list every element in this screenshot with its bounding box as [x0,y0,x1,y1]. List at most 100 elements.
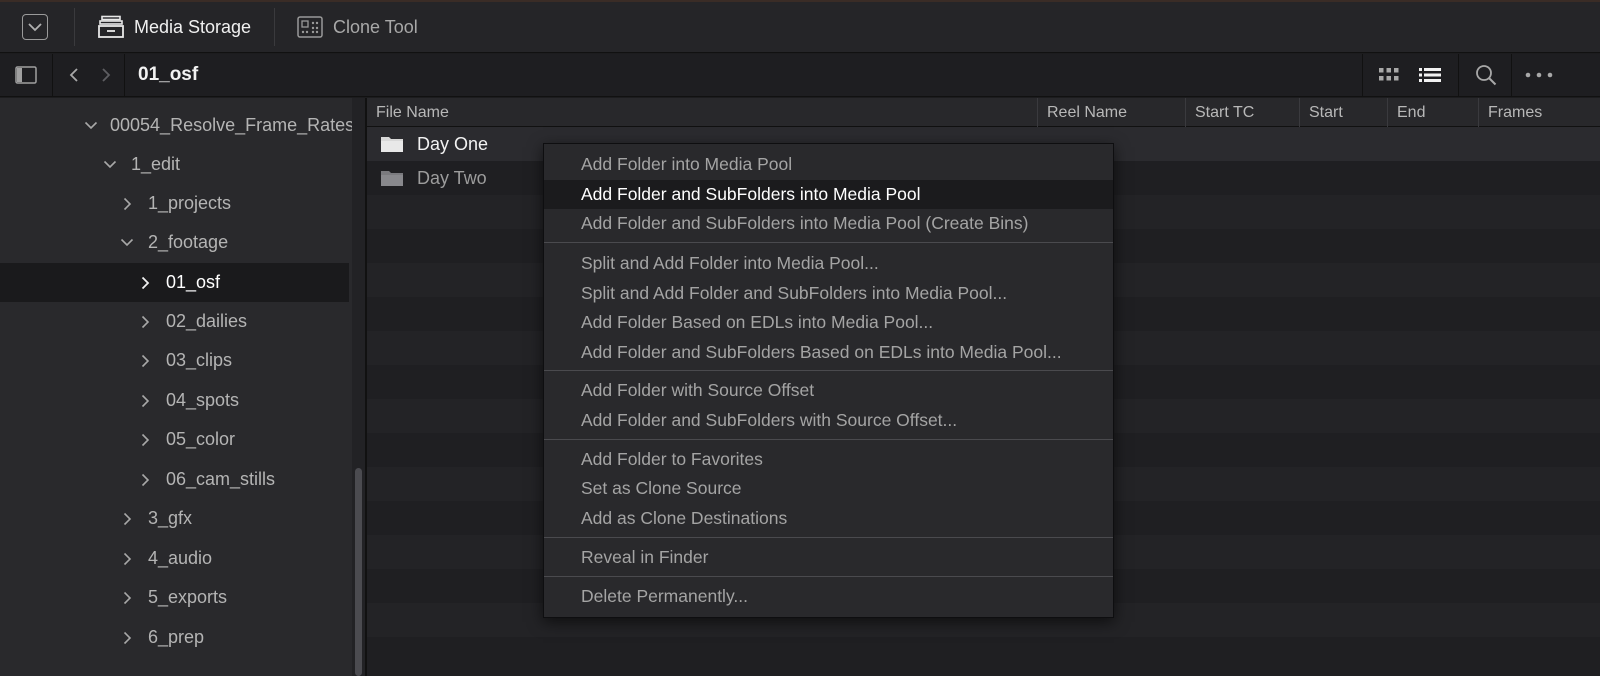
column-header-end[interactable]: End [1387,98,1478,127]
chevron-right-icon[interactable] [118,550,136,568]
tree-item[interactable]: 3_gfx [0,499,349,538]
chevron-right-icon[interactable] [136,352,154,370]
tree-item[interactable]: 05_color [0,420,349,459]
column-header-frames[interactable]: Frames [1478,98,1600,127]
chevron-left-icon [69,68,78,82]
tab-media-storage[interactable]: Media Storage [98,13,251,41]
navbar-divider [124,54,125,97]
menu-item-add-folder-edls[interactable]: Add Folder Based on EDLs into Media Pool… [544,308,1113,337]
grid-view-button[interactable] [1377,63,1401,87]
tree-item[interactable]: 03_clips [0,341,349,380]
chevron-right-icon [102,68,111,82]
menu-item-set-clone-source[interactable]: Set as Clone Source [544,474,1113,503]
location-bar: 01_osf [0,54,1600,97]
chevron-right-icon[interactable] [118,629,136,647]
tree-item-label: 03_clips [166,350,233,370]
tree-item-label: 1_projects [148,193,232,213]
more-options-icon [1525,72,1553,78]
column-header-start[interactable]: Start [1299,98,1387,127]
search-icon [1476,65,1497,86]
column-header-file-name[interactable]: File Name [367,98,1037,127]
tab-clone-tool[interactable]: Clone Tool [297,13,418,41]
menu-item-delete-permanently[interactable]: Delete Permanently... [544,582,1113,611]
tree-item[interactable]: 06_cam_stills [0,460,349,499]
menu-item-add-folder-subfolders[interactable]: Add Folder and SubFolders into Media Poo… [544,180,1113,209]
forward-button[interactable] [96,63,116,87]
tree-item[interactable]: 1_edit [0,145,349,184]
tree-item-label: 05_color [166,429,236,449]
chevron-right-icon[interactable] [118,589,136,607]
file-row-day-one[interactable]: Day One [367,127,488,161]
folder-context-menu: Add Folder into Media Pool Add Folder an… [543,143,1114,618]
file-list-header: File Name Reel Name Start TC Start End F… [367,98,1600,127]
sidebar-scrollbar-thumb[interactable] [355,468,362,676]
tree-item-label: 02_dailies [166,311,248,331]
file-row-day-two[interactable]: Day Two [367,161,487,195]
back-button[interactable] [64,63,84,87]
clone-tool-icon [297,16,323,38]
chevron-right-icon[interactable] [136,471,154,489]
toggle-sidebar-button[interactable] [14,63,38,87]
menu-item-add-to-favorites[interactable]: Add Folder to Favorites [544,445,1113,474]
menu-item-add-folder-subfolders-source-offset[interactable]: Add Folder and SubFolders with Source Of… [544,406,1113,435]
folder-tree: 00054_Resolve_Frame_Rates 1_edit 1_proje… [0,98,365,676]
tree-item-label: 2_footage [148,232,229,252]
chevron-down-icon[interactable] [101,156,119,174]
chevron-right-icon[interactable] [118,195,136,213]
chevron-down-icon[interactable] [84,117,98,135]
current-folder-title: 01_osf [138,64,199,85]
column-header-start-tc[interactable]: Start TC [1185,98,1299,127]
chevron-right-icon[interactable] [136,274,154,292]
chevron-right-icon[interactable] [136,431,154,449]
tree-item-label: 06_cam_stills [166,469,276,489]
chevron-right-icon[interactable] [136,392,154,410]
tree-item[interactable]: 6_prep [0,618,349,657]
menu-item-add-folder-subfolders-edls[interactable]: Add Folder and SubFolders Based on EDLs … [544,338,1113,367]
menu-separator [544,439,1113,440]
menu-item-add-folder-source-offset[interactable]: Add Folder with Source Offset [544,376,1113,405]
menu-item-split-add-folder-subfolders[interactable]: Split and Add Folder and SubFolders into… [544,279,1113,308]
list-view-button[interactable] [1418,63,1442,87]
folder-icon [380,169,404,187]
chevron-right-icon[interactable] [118,510,136,528]
top-toolbar: Media Storage Clone Tool [0,0,1600,53]
tab-label: Media Storage [134,16,252,37]
tree-item[interactable]: 04_spots [0,381,349,420]
tree-item-selected[interactable]: 01_osf [0,263,349,302]
tree-item-label: 04_spots [166,390,240,410]
tree-item[interactable]: 1_projects [0,184,349,223]
list-view-icon [1419,68,1441,82]
chevron-right-icon[interactable] [136,313,154,331]
tree-item[interactable]: 02_dailies [0,302,349,341]
navbar-divider [1458,54,1459,97]
grid-view-icon [1379,68,1399,81]
tree-item[interactable]: 2_footage [0,223,349,262]
file-name: Day One [417,133,489,154]
media-storage-icon [98,15,124,38]
tree-item[interactable]: 4_audio [0,539,349,578]
tree-item-label: 3_gfx [148,508,193,528]
menu-item-split-add-folder[interactable]: Split and Add Folder into Media Pool... [544,249,1113,278]
panel-menu-button[interactable] [22,14,48,40]
menu-separator [544,370,1113,371]
tree-item-label: 00054_Resolve_Frame_Rates [110,115,355,135]
menu-item-add-folder-subfolders-create-bins[interactable]: Add Folder and SubFolders into Media Poo… [544,209,1113,238]
navbar-divider [52,54,53,97]
tree-item-label: 6_prep [148,627,205,647]
menu-item-add-clone-destinations[interactable]: Add as Clone Destinations [544,504,1113,533]
search-button[interactable] [1473,63,1499,87]
column-header-reel-name[interactable]: Reel Name [1037,98,1185,127]
navbar-divider [1362,54,1363,97]
menu-separator [544,242,1113,243]
menu-item-reveal-in-finder[interactable]: Reveal in Finder [544,543,1113,572]
menu-item-add-folder[interactable]: Add Folder into Media Pool [544,150,1113,179]
tree-item[interactable]: 5_exports [0,578,349,617]
more-options-button[interactable] [1524,63,1554,87]
top-accent-line [0,0,1600,2]
chevron-down-icon[interactable] [118,234,136,252]
toolbar-divider [274,8,275,46]
menu-separator [544,537,1113,538]
chevron-down-icon [28,22,42,31]
tree-item[interactable]: 00054_Resolve_Frame_Rates [0,106,354,145]
tab-label: Clone Tool [333,16,418,37]
